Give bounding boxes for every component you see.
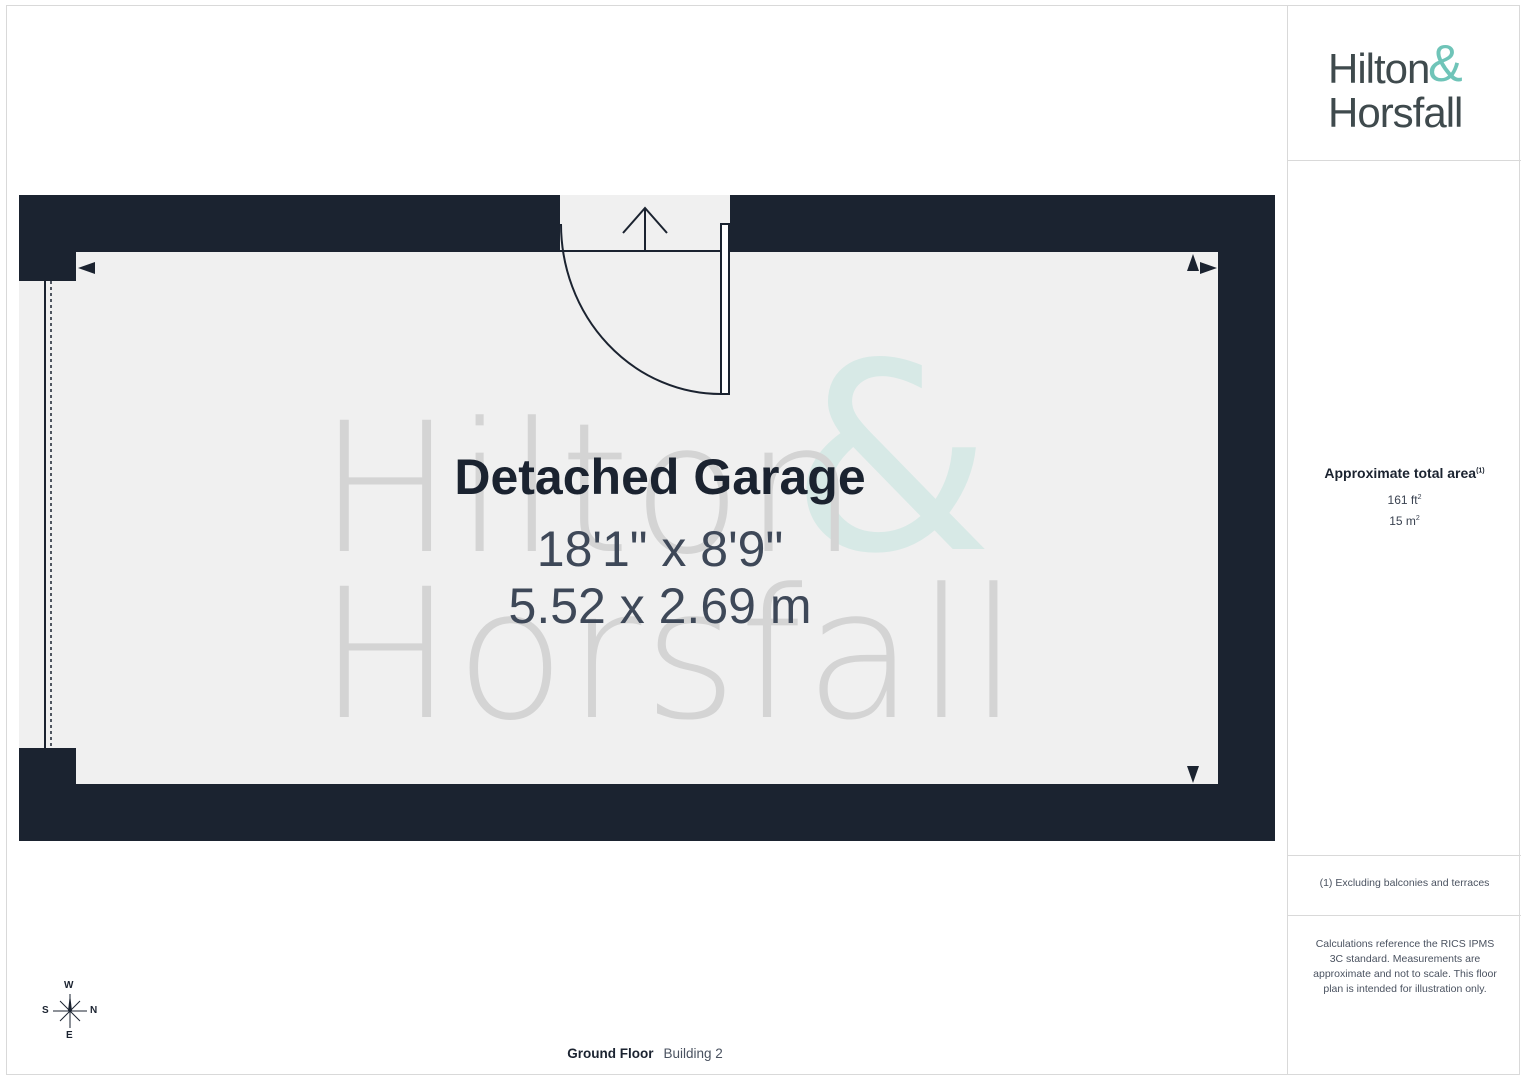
logo-amp: & [1428, 35, 1463, 93]
disclaimer: Calculations reference the RICS IPMS 3C … [1313, 938, 1497, 995]
area-sqft-sup: 2 [1417, 494, 1422, 501]
room-dimensions-metric: 5.52 x 2.69 m [508, 578, 812, 634]
door-leaf [720, 223, 730, 395]
compass-bottom: E [66, 1030, 73, 1041]
room-name: Detached Garage [454, 449, 866, 505]
compass: W S N E [40, 980, 100, 1042]
area-sqm-text: 15 m [1389, 514, 1416, 528]
area-sqft: 161 ft2 [1288, 493, 1521, 507]
footnote: (1) Excluding balconies and terraces [1319, 877, 1490, 889]
floor-label: Ground Floor Building 2 [0, 1046, 1290, 1061]
building-name: Building 2 [663, 1046, 723, 1061]
room-dimensions-imperial: 18'1" x 8'9" [536, 521, 784, 577]
compass-top: W [64, 980, 74, 991]
area-sqm: 15 m2 [1288, 514, 1521, 528]
area-sqm-sup: 2 [1415, 515, 1420, 522]
brand-logo: Hilton & Horsfall [1328, 37, 1488, 137]
area-title-text: Approximate total area [1324, 465, 1477, 481]
garage-door-opening [19, 281, 77, 748]
area-sqft-text: 161 ft [1387, 493, 1418, 507]
sidebar-divider [1288, 160, 1521, 161]
info-sidebar: Hilton & Horsfall Approximate total area… [1287, 5, 1521, 1075]
logo-line2: Horsfall [1328, 89, 1463, 136]
logo-line1: Hilton [1328, 45, 1430, 92]
sidebar-divider [1288, 915, 1521, 916]
area-title-note: (1) [1476, 467, 1485, 475]
compass-left: S [42, 1005, 49, 1016]
area-title: Approximate total area(1) [1288, 465, 1521, 481]
floor-name: Ground Floor [567, 1046, 654, 1061]
compass-right: N [90, 1005, 98, 1016]
sidebar-divider [1288, 855, 1521, 856]
